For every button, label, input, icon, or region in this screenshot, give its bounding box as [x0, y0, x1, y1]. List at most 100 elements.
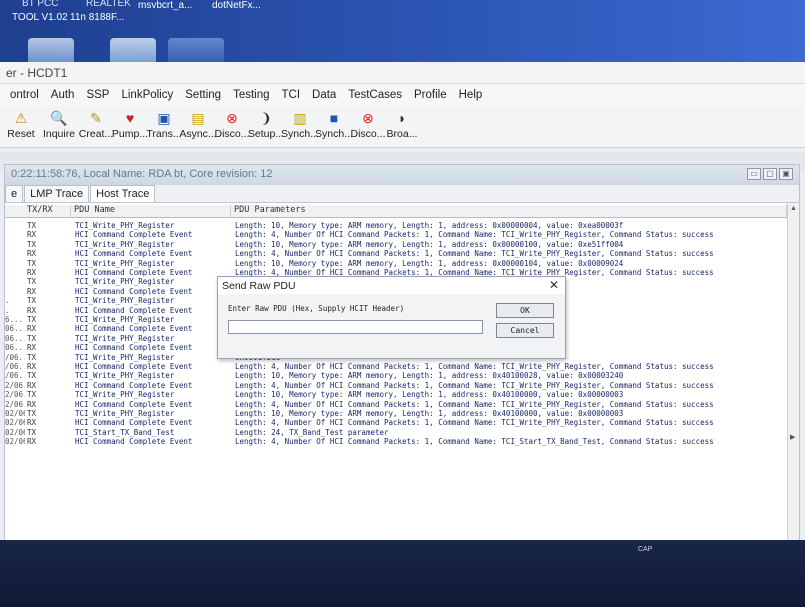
row-timestamp: 2/06...: [5, 380, 25, 390]
row-pdu-params: Length: 4, Number Of HCI Command Packets…: [235, 362, 714, 371]
toolbar-button-label: Creat...: [78, 128, 114, 140]
send-raw-pdu-dialog: Send Raw PDU ✕ Enter Raw PDU (Hex, Suppl…: [217, 276, 566, 359]
row-direction: RX: [27, 268, 37, 277]
vertical-scrollbar[interactable]: ▲ ▶: [787, 203, 799, 586]
row-pdu-name: TCI_Write_PHY_Register: [75, 390, 175, 400]
row-direction: TX: [27, 371, 37, 381]
dialog-title: Send Raw PDU: [218, 277, 565, 294]
toolbar-button-label: Setup...: [247, 128, 285, 140]
column-header-pdu-params[interactable]: PDU Parameters: [231, 205, 787, 218]
row-pdu-name: TCI_Write_PHY_Register: [75, 333, 175, 343]
table-row[interactable]: RX HCI Command Complete Event Length: 4, N…: [5, 230, 785, 239]
menu-ssp[interactable]: SSP: [82, 89, 117, 101]
close-icon[interactable]: ✕: [549, 278, 559, 292]
toolbar-button-8[interactable]: ▥ Synch...: [281, 106, 319, 147]
row-direction: RX: [27, 418, 37, 428]
toolbar-button-10[interactable]: ⊗ Disco...: [350, 106, 386, 147]
child-window-controls: ▭ ▢ ▣: [747, 168, 793, 180]
table-row[interactable]: /06...RX HCI Command Complete Event Length…: [5, 362, 785, 371]
toolbar-button-4[interactable]: ▣ Trans...: [146, 106, 181, 147]
row-direction: RX: [27, 324, 37, 334]
row-pdu-name: TCI_Write_PHY_Register: [75, 221, 175, 230]
desktop-icon-label[interactable]: REALTEK: [86, 0, 131, 9]
toolbar-button-7[interactable]: ❩ Setup...: [247, 106, 285, 147]
row-pdu-name: HCI Command Complete Event: [75, 305, 193, 315]
toolbar-button-2[interactable]: ✎ Creat...: [78, 106, 114, 147]
cancel-button[interactable]: Cancel: [496, 323, 554, 338]
table-row[interactable]: 2/06...RX HCI Command Complete Event Lengt…: [5, 400, 785, 409]
desktop-icon-label[interactable]: BT PCC: [22, 0, 59, 9]
desktop-shortcut-icon[interactable]: [110, 38, 156, 62]
table-row[interactable]: /06...TX TCI_Write_PHY_Register Length: 10…: [5, 371, 785, 380]
row-direction: RX: [27, 305, 37, 315]
row-timestamp: 02/06...: [5, 409, 25, 418]
table-row[interactable]: RX HCI Command Complete Event Length: 4, N…: [5, 249, 785, 258]
desktop-icon-label[interactable]: dotNetFx...: [212, 0, 261, 11]
row-direction: TX: [27, 221, 37, 230]
menu-auth[interactable]: Auth: [47, 89, 83, 101]
table-row[interactable]: 02/06...TX TCI_Start_TX_Band_Test Length: …: [5, 428, 785, 437]
restore-icon[interactable]: ▣: [779, 168, 793, 180]
create-icon: ✎: [90, 110, 102, 126]
pump-icon: ♥: [125, 110, 135, 126]
maximize-icon[interactable]: ▢: [763, 168, 777, 180]
desktop-icon-label[interactable]: TOOL V1.02: [12, 12, 68, 23]
synch2-icon: ■: [329, 110, 339, 126]
menu-profile[interactable]: Profile: [410, 89, 455, 101]
toolbar-button-1[interactable]: 🔍 Inquire: [40, 106, 78, 147]
desktop-icon-label[interactable]: 11n 8188F...: [70, 12, 124, 23]
row-direction: RX: [27, 249, 37, 259]
menu-control[interactable]: ontrol: [6, 89, 47, 101]
row-pdu-name: HCI Command Complete Event: [75, 324, 193, 334]
table-row[interactable]: TX TCI_Write_PHY_Register Length: 10, Memo…: [5, 240, 785, 249]
desktop-icon-label[interactable]: msvbcrt_a...: [138, 0, 192, 11]
table-row[interactable]: 2/06...RX HCI Command Complete Event Lengt…: [5, 381, 785, 390]
raw-pdu-input[interactable]: [228, 320, 483, 334]
menu-data[interactable]: Data: [308, 89, 344, 101]
toolbar-button-label: Disco...: [214, 128, 250, 140]
table-row[interactable]: 2/06...TX TCI_Write_PHY_Register Length: 1…: [5, 390, 785, 399]
row-timestamp: 02/06...: [5, 427, 25, 437]
setup-icon: ❩: [260, 110, 272, 126]
tab-partial[interactable]: e: [5, 185, 24, 202]
menu-testing[interactable]: Testing: [229, 89, 277, 101]
toolbar-button-6[interactable]: ⊗ Disco...: [214, 106, 250, 147]
table-row[interactable]: 02/06...RX HCI Command Complete Event Leng…: [5, 437, 785, 446]
scroll-down-icon[interactable]: ▶: [790, 433, 795, 441]
scroll-up-icon[interactable]: ▲: [790, 205, 797, 212]
trace-child-window: 0:22:11:58:76, Local Name: RDA bt, Core …: [4, 164, 800, 587]
table-row[interactable]: TX TCI_Write_PHY_Register Length: 10, Memo…: [5, 221, 785, 230]
menu-testcases[interactable]: TestCases: [344, 89, 410, 101]
column-header-pdu-name[interactable]: PDU Name: [71, 205, 231, 218]
taskbar: CAP: [0, 540, 805, 607]
table-row[interactable]: TX TCI_Write_PHY_Register Length: 10, Memo…: [5, 259, 785, 268]
row-direction: RX: [27, 230, 37, 240]
column-header-txrx[interactable]: TX/RX: [5, 205, 71, 218]
row-timestamp: /06...: [5, 371, 25, 381]
row-pdu-params: Length: 4, Number Of HCI Command Packets…: [235, 418, 714, 428]
toolbar-button-9[interactable]: ■ Synch...: [315, 106, 353, 147]
menu-tci[interactable]: TCI: [278, 89, 309, 101]
menu-setting[interactable]: Setting: [181, 89, 229, 101]
row-pdu-name: TCI_Write_PHY_Register: [75, 371, 175, 381]
row-direction: TX: [27, 315, 37, 324]
async-icon: ▤: [191, 110, 205, 126]
ok-button[interactable]: OK: [496, 303, 554, 318]
menu-linkpolicy[interactable]: LinkPolicy: [117, 89, 181, 101]
row-pdu-params: Length: 24, TX_Band_Test parameter: [235, 427, 389, 437]
toolbar-button-0[interactable]: ⚠ Reset: [4, 106, 38, 147]
menu-help[interactable]: Help: [455, 89, 491, 101]
table-row[interactable]: 02/06...TX TCI_Write_PHY_Register Length: …: [5, 409, 785, 418]
minimize-icon[interactable]: ▭: [747, 168, 761, 180]
toolbar-button-11[interactable]: ◗ Broa...: [386, 106, 418, 147]
tab-lmp-trace[interactable]: LMP Trace: [24, 185, 90, 202]
toolbar-button-5[interactable]: ▤ Async...: [179, 106, 216, 147]
table-row[interactable]: 02/06...RX HCI Command Complete Event Leng…: [5, 418, 785, 427]
toolbar-button-3[interactable]: ♥ Pump...: [112, 106, 148, 147]
toolbar-button-label: Disco...: [350, 128, 386, 140]
trace-list[interactable]: TX/RX PDU Name PDU Parameters TX TCI_Writ…: [5, 203, 799, 586]
tab-host-trace[interactable]: Host Trace: [90, 185, 156, 202]
desktop-shortcut-icon[interactable]: [28, 38, 74, 62]
row-pdu-params: Length: 10, Memory type: ARM memory, Len…: [235, 409, 624, 418]
desktop-shortcut-icon[interactable]: [168, 38, 224, 62]
